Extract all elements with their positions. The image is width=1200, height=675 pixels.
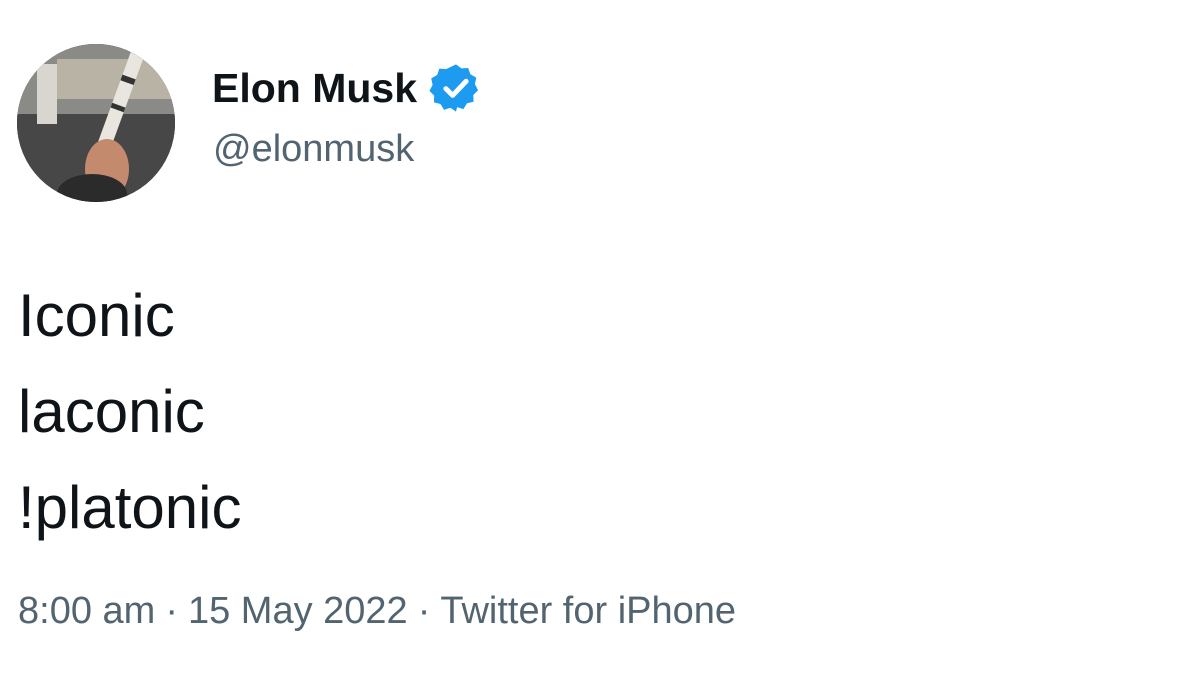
author-display-name[interactable]: Elon Musk xyxy=(212,67,417,109)
meta-separator: · xyxy=(165,590,178,632)
tweet-time[interactable]: 8:00 am xyxy=(18,590,155,632)
tweet-text: Iconic laconic !platonic xyxy=(18,268,241,556)
tweet-text-line: !platonic xyxy=(18,474,242,541)
tweet-card: Elon Musk @elonmusk Iconic laconic !plat… xyxy=(0,0,1200,675)
avatar[interactable] xyxy=(17,44,175,202)
tweet-metadata: 8:00 am · 15 May 2022 · Twitter for iPhone xyxy=(18,592,736,630)
meta-separator: · xyxy=(417,590,431,632)
verified-badge-icon xyxy=(429,61,483,115)
avatar-image xyxy=(17,44,175,202)
tweet-text-line: Iconic xyxy=(18,282,175,349)
tweet-source[interactable]: Twitter for iPhone xyxy=(440,590,736,632)
tweet-text-line: laconic xyxy=(18,378,205,445)
author-handle[interactable]: @elonmusk xyxy=(213,130,414,168)
tweet-date[interactable]: 15 May 2022 xyxy=(188,590,408,632)
author-name-row[interactable]: Elon Musk xyxy=(212,62,483,114)
